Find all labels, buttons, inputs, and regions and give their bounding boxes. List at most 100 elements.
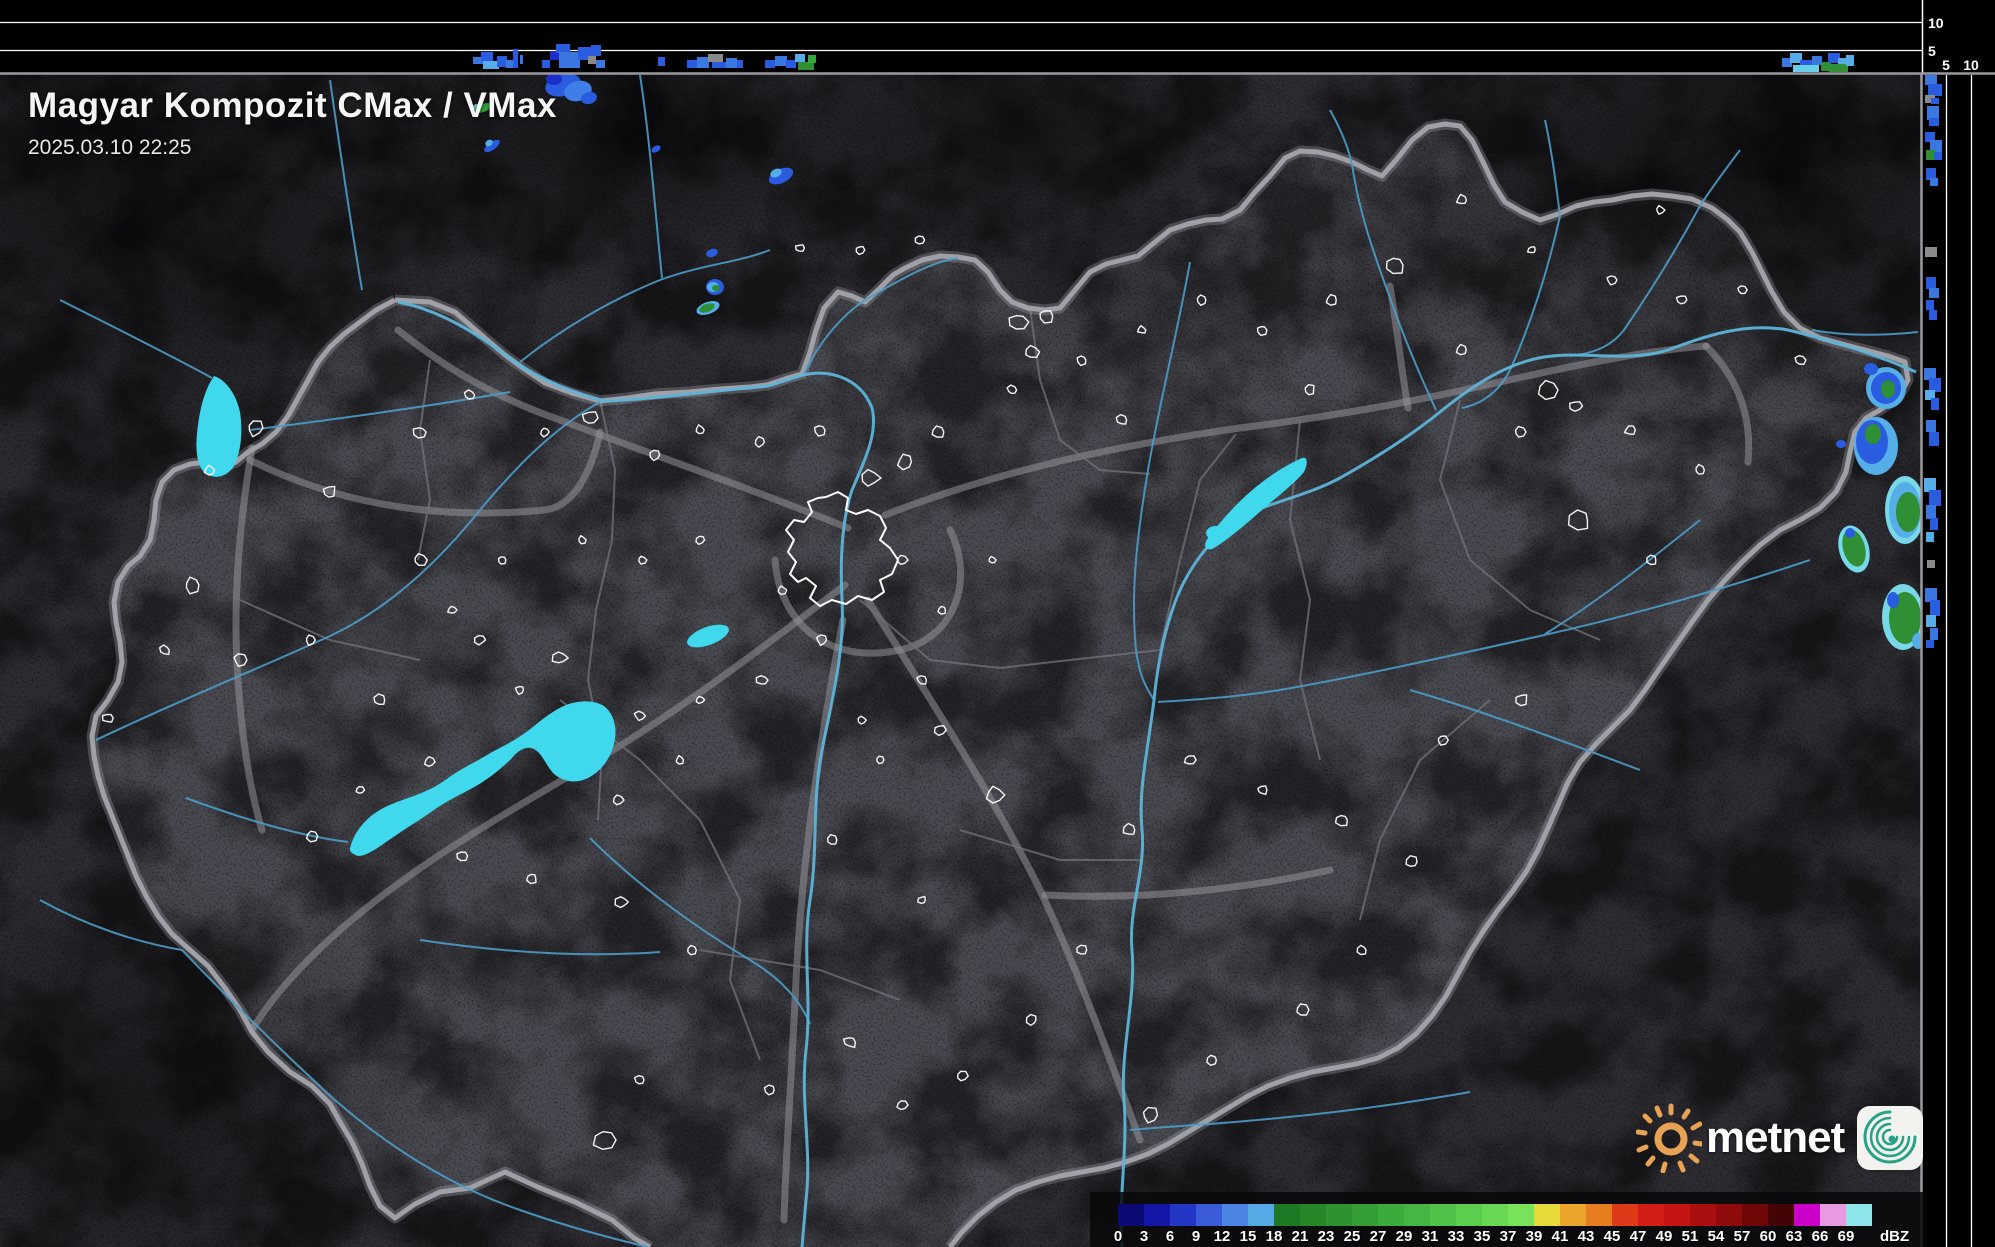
colorbar-cell bbox=[1768, 1204, 1794, 1226]
echo-cell bbox=[542, 60, 550, 68]
colorbar-cell bbox=[1430, 1204, 1456, 1226]
right-profile-strip bbox=[1923, 73, 1995, 1247]
echo-cell bbox=[556, 44, 570, 53]
colorbar-tick-label: 69 bbox=[1837, 1228, 1855, 1245]
top-profile-strip bbox=[0, 0, 1922, 73]
colorbar-tick-label: 57 bbox=[1733, 1228, 1751, 1245]
right-axis-label-10: 10 bbox=[1963, 57, 1979, 73]
colorbar-tick-label: 54 bbox=[1707, 1228, 1725, 1245]
colorbar-cell bbox=[1690, 1204, 1716, 1226]
echo-blob bbox=[1864, 363, 1878, 375]
echo-cell bbox=[481, 52, 493, 61]
colorbar-cell bbox=[1846, 1204, 1872, 1226]
colorbar-tick-label: 0 bbox=[1113, 1228, 1123, 1245]
colorbar-unit-label: dBZ bbox=[1880, 1228, 1910, 1245]
echo-cell bbox=[591, 45, 601, 56]
echo-cell bbox=[1926, 505, 1936, 519]
colorbar-cell bbox=[1820, 1204, 1846, 1226]
profile-axis-corner: 10 5 5 10 bbox=[1921, 0, 1995, 73]
colorbar-tick-label: 60 bbox=[1759, 1228, 1777, 1245]
echo-cell bbox=[1846, 55, 1854, 66]
lake-tisza-bay bbox=[1206, 526, 1226, 540]
colorbar-cell bbox=[1170, 1204, 1196, 1226]
echo-cell bbox=[1927, 106, 1939, 120]
colorbar-tick-label: 33 bbox=[1447, 1228, 1465, 1245]
echo-cell bbox=[1924, 478, 1936, 492]
colorbar-cell bbox=[1586, 1204, 1612, 1226]
colorbar-cell bbox=[1144, 1204, 1170, 1226]
echo-cell bbox=[708, 54, 723, 62]
top-axis-label-5: 5 bbox=[1928, 43, 1936, 59]
echo-cell bbox=[1926, 300, 1934, 310]
echo-cell bbox=[737, 60, 743, 68]
colorbar-cell bbox=[1404, 1204, 1430, 1226]
colorbar-cell bbox=[1196, 1204, 1222, 1226]
echo-cell bbox=[1930, 600, 1940, 616]
echo-cell bbox=[1926, 420, 1936, 432]
echo-blob bbox=[1845, 528, 1855, 538]
echo-cell bbox=[1829, 64, 1848, 72]
echo-cell bbox=[765, 60, 775, 68]
echo-cell bbox=[1929, 310, 1937, 320]
top-axis-label-10: 10 bbox=[1928, 15, 1944, 31]
echo-cell bbox=[1931, 398, 1939, 410]
echo-cell bbox=[712, 62, 726, 68]
colorbar-cell bbox=[1742, 1204, 1768, 1226]
colorbar-tick-label: 3 bbox=[1139, 1228, 1149, 1245]
colorbar-tick-label: 39 bbox=[1525, 1228, 1543, 1245]
colorbar-tick-label: 66 bbox=[1811, 1228, 1829, 1245]
colorbar-tick-label: 6 bbox=[1165, 1228, 1175, 1245]
echo-blob bbox=[473, 104, 481, 110]
echo-blob bbox=[546, 73, 562, 85]
colorbar-tick-label: 37 bbox=[1499, 1228, 1517, 1245]
echo-cell bbox=[483, 61, 499, 69]
colorbar-tick-label: 63 bbox=[1785, 1228, 1803, 1245]
echo-cell bbox=[1926, 640, 1934, 648]
echo-cell bbox=[513, 49, 518, 68]
echo-cell bbox=[1930, 628, 1938, 640]
echo-cell bbox=[1925, 247, 1937, 257]
echo-cell bbox=[1929, 490, 1941, 506]
echo-cell bbox=[1930, 518, 1938, 530]
colorbar-tick-label: 25 bbox=[1343, 1228, 1361, 1245]
echo-cell bbox=[697, 57, 709, 68]
echo-cell bbox=[1926, 277, 1936, 289]
echo-cell bbox=[1925, 588, 1937, 602]
echo-blob bbox=[1887, 592, 1899, 608]
colorbar-cell bbox=[1248, 1204, 1274, 1226]
echo-cell bbox=[497, 56, 507, 67]
echo-blob bbox=[1865, 424, 1881, 444]
echo-cell bbox=[1926, 532, 1934, 542]
echo-cell bbox=[596, 60, 605, 68]
colorbar-tick-label: 45 bbox=[1603, 1228, 1621, 1245]
echo-cell bbox=[726, 58, 737, 68]
colorbar-cell bbox=[1664, 1204, 1690, 1226]
echo-cell bbox=[559, 52, 580, 68]
colorbar-cell bbox=[1534, 1204, 1560, 1226]
echo-cell bbox=[1927, 560, 1935, 568]
echo-cell bbox=[798, 62, 814, 70]
echo-cell bbox=[808, 55, 816, 63]
map-area bbox=[0, 73, 1922, 1247]
echo-cell bbox=[687, 60, 697, 68]
right-axis-label-5: 5 bbox=[1942, 57, 1950, 73]
colorbar-cell bbox=[1326, 1204, 1352, 1226]
colorbar-cell bbox=[1716, 1204, 1742, 1226]
colorbar-cell bbox=[1300, 1204, 1326, 1226]
echo-cell bbox=[1812, 56, 1822, 65]
colorbar-cell bbox=[1352, 1204, 1378, 1226]
dbz-colorbar: 0 3 6 9 12 15 18 21 23 25 27 29 31 33 35 37 39 41 43 45 47 49… bbox=[1090, 1192, 1926, 1247]
colorbar-tick-label: 29 bbox=[1395, 1228, 1413, 1245]
colorbar-cell bbox=[1612, 1204, 1638, 1226]
colorbar-cell bbox=[1482, 1204, 1508, 1226]
colorbar-cell bbox=[1378, 1204, 1404, 1226]
colorbar-tick-label: 21 bbox=[1291, 1228, 1309, 1245]
colorbar-cell bbox=[1638, 1204, 1664, 1226]
colorbar-cell bbox=[1794, 1204, 1820, 1226]
echo-cell bbox=[658, 57, 665, 66]
colorbar-tick-label: 51 bbox=[1681, 1228, 1699, 1245]
radar-map-canvas: 10 5 5 10 bbox=[0, 0, 1995, 1247]
colorbar-tick-label: 18 bbox=[1265, 1228, 1283, 1245]
colorbar-cell bbox=[1456, 1204, 1482, 1226]
echo-cell bbox=[1793, 65, 1819, 72]
